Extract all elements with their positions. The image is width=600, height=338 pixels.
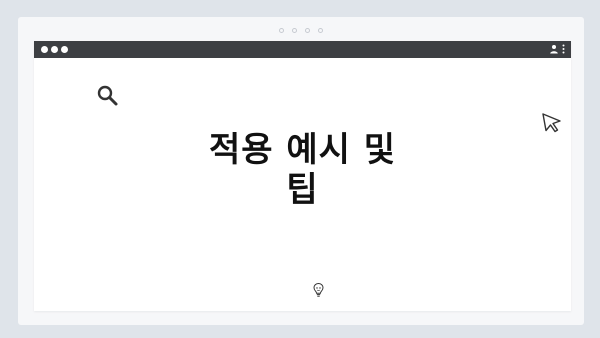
kebab-icon[interactable] — [562, 44, 565, 54]
pager-dot[interactable] — [292, 28, 297, 33]
search-icon — [97, 85, 118, 106]
window-dot[interactable] — [61, 46, 68, 53]
window-dot[interactable] — [41, 46, 48, 53]
pager-dot[interactable] — [318, 28, 323, 33]
slide-frame: 적용 예시 및 팁 — [18, 17, 584, 325]
pager — [18, 28, 584, 33]
slide-title: 적용 예시 및 팁 — [34, 130, 571, 210]
slide-title-line2: 팁 — [286, 170, 319, 210]
browser-window: 적용 예시 및 팁 — [34, 41, 571, 311]
titlebar-actions — [549, 44, 565, 54]
slide-content: 적용 예시 및 팁 — [34, 58, 571, 311]
slide-title-line1: 적용 예시 및 — [208, 130, 397, 170]
window-dot[interactable] — [51, 46, 58, 53]
window-controls — [41, 46, 68, 53]
pager-dot[interactable] — [305, 28, 310, 33]
user-icon[interactable] — [549, 44, 559, 54]
lightbulb-icon — [313, 282, 324, 297]
pager-dot[interactable] — [279, 28, 284, 33]
titlebar — [34, 41, 571, 58]
